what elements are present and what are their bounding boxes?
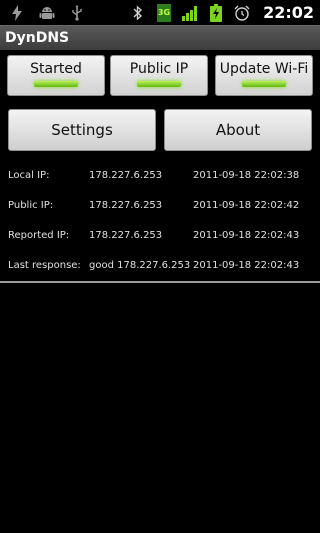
app-title-bar: DynDNS — [0, 25, 320, 50]
signal-icon — [181, 4, 199, 22]
info-value: 178.227.6.253 — [89, 230, 163, 241]
clock-time: 22:02 — [263, 3, 314, 22]
info-value: 178.227.6.253 — [89, 200, 163, 211]
info-label: Last response: — [8, 260, 81, 271]
info-label: Local IP: — [8, 170, 50, 181]
about-button[interactable]: About — [164, 109, 312, 151]
info-timestamp: 2011-09-18 22:02:38 — [193, 170, 300, 181]
info-row-last-response: Last response: good 178.227.6.253 2011-0… — [0, 252, 320, 282]
flash-icon — [8, 4, 26, 22]
toggle-label: Update Wi-Fi — [219, 61, 309, 77]
info-timestamp: 2011-09-18 22:02:43 — [193, 230, 300, 241]
public-ip-toggle[interactable]: Public IP — [110, 55, 208, 96]
toggle-indicator-on — [34, 81, 78, 87]
usb-icon — [68, 4, 86, 22]
battery-charging-icon — [207, 3, 225, 22]
started-toggle[interactable]: Started — [7, 55, 105, 96]
toggle-button-row: Started Public IP Update Wi-Fi — [7, 55, 313, 96]
toggle-label: Started — [30, 61, 82, 77]
status-bar: 3G 22:02 — [0, 0, 320, 25]
info-row-reported-ip: Reported IP: 178.227.6.253 2011-09-18 22… — [0, 222, 320, 252]
info-timestamp: 2011-09-18 22:02:42 — [193, 200, 300, 211]
info-label: Reported IP: — [8, 230, 70, 241]
settings-button[interactable]: Settings — [8, 109, 156, 151]
info-value: good 178.227.6.253 — [89, 260, 191, 271]
android-icon — [38, 4, 56, 22]
info-timestamp: 2011-09-18 22:02:43 — [193, 260, 300, 271]
info-value: 178.227.6.253 — [89, 170, 163, 181]
toggle-indicator-on — [137, 81, 181, 87]
info-label: Public IP: — [8, 200, 54, 211]
data-3g-icon: 3G — [155, 3, 173, 22]
alarm-icon — [233, 4, 251, 22]
app-title: DynDNS — [5, 30, 70, 46]
divider — [0, 281, 320, 283]
svg-text:3G: 3G — [158, 8, 170, 17]
info-table: Local IP: 178.227.6.253 2011-09-18 22:02… — [0, 162, 320, 282]
toggle-label: Public IP — [129, 61, 189, 77]
toggle-indicator-on — [242, 81, 286, 87]
info-row-local-ip: Local IP: 178.227.6.253 2011-09-18 22:02… — [0, 162, 320, 192]
bluetooth-icon — [129, 4, 147, 22]
update-wifi-toggle[interactable]: Update Wi-Fi — [215, 55, 313, 96]
info-row-public-ip: Public IP: 178.227.6.253 2011-09-18 22:0… — [0, 192, 320, 222]
